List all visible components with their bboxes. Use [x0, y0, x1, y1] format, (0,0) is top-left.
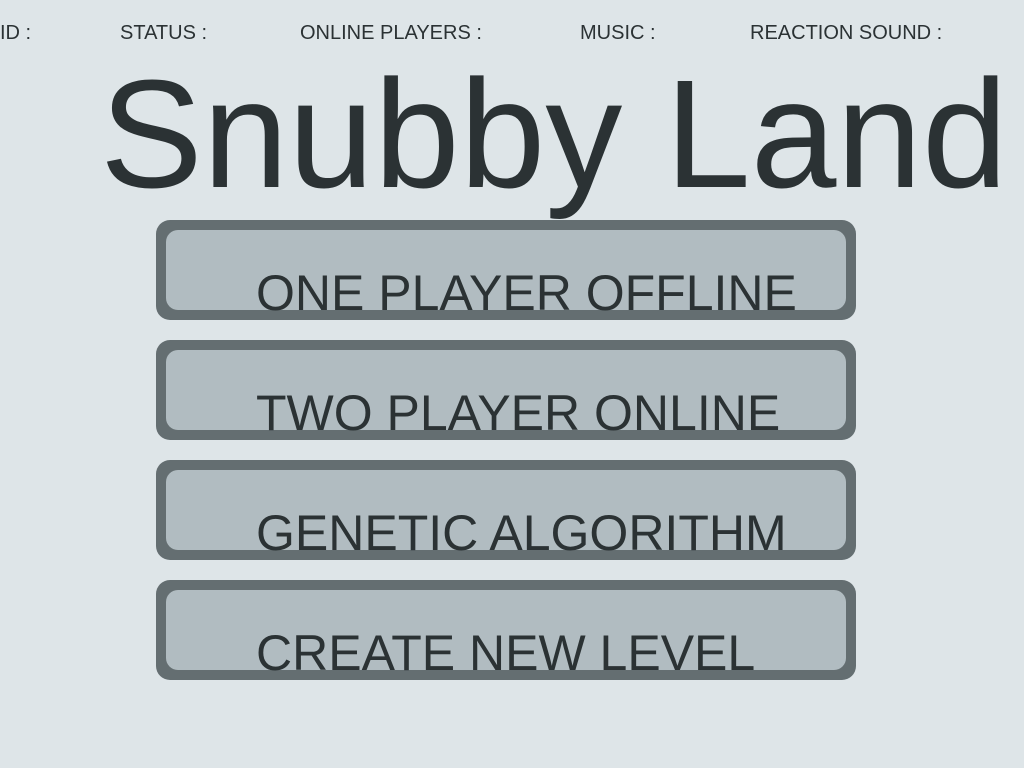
reaction-sound-toggle[interactable]: REACTION SOUND :	[750, 21, 942, 45]
game-title: Snubby Land	[100, 48, 1008, 220]
connection-status-label: STATUS :	[120, 22, 208, 44]
create-new-level-button[interactable]: CREATE NEW LEVEL	[156, 580, 856, 680]
genetic-algorithm-button[interactable]: GENETIC ALGORITHM	[156, 460, 856, 560]
button-face[interactable]: GENETIC ALGORITHM	[166, 470, 846, 560]
button-face[interactable]: ONE PLAYER OFFLINE	[166, 230, 846, 320]
player-id-label: ID :	[0, 22, 32, 44]
button-label[interactable]: CREATE NEW LEVEL	[256, 626, 755, 680]
button-label[interactable]: ONE PLAYER OFFLINE	[256, 266, 797, 320]
button-face[interactable]: TWO PLAYER ONLINE	[166, 350, 846, 440]
online-players-label: ONLINE PLAYERS :	[300, 22, 482, 44]
music-toggle[interactable]: MUSIC :	[580, 21, 656, 45]
one-player-offline-button[interactable]: ONE PLAYER OFFLINE	[156, 220, 856, 320]
button-label[interactable]: TWO PLAYER ONLINE	[256, 386, 780, 440]
button-label[interactable]: GENETIC ALGORITHM	[256, 506, 787, 560]
two-player-online-button[interactable]: TWO PLAYER ONLINE	[156, 340, 856, 440]
button-face[interactable]: CREATE NEW LEVEL	[166, 590, 846, 680]
